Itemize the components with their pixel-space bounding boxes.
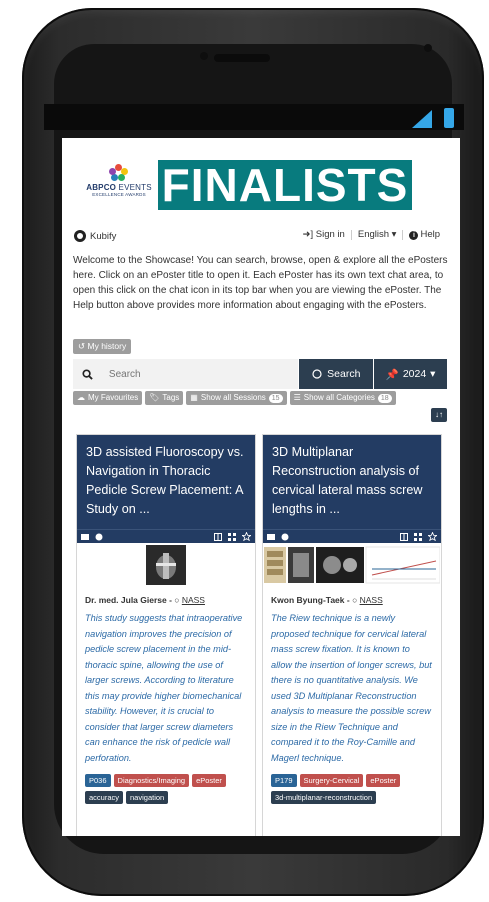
card-toolbar (77, 529, 255, 543)
eposter-author: Dr. med. Jula Gierse - ○ NASS (85, 595, 205, 605)
welcome-text: Welcome to the Showcase! You can search,… (73, 255, 448, 311)
globe-icon[interactable] (95, 528, 103, 546)
history-icon: ↺ (78, 341, 86, 351)
status-bar (44, 104, 464, 130)
qr-icon[interactable] (414, 528, 422, 546)
search-button[interactable]: Search (299, 359, 374, 389)
circle-icon (312, 369, 322, 379)
tag[interactable]: P036 (85, 774, 111, 787)
sort-button[interactable]: ↓↑ (431, 408, 447, 422)
sign-in-link[interactable]: ➜] Sign in (303, 229, 345, 240)
card-toolbar (263, 529, 441, 543)
eposter-abstract: The Riew technique is a newly proposed t… (271, 613, 432, 763)
tag-list: P179 Surgery-Cervical ePoster 3d-multipl… (263, 766, 441, 804)
battery-icon (444, 108, 454, 128)
calendar-icon: ▦ (190, 393, 198, 402)
tags-button[interactable]: 🏷 Tags (145, 391, 184, 405)
abpco-name: ABPCO EVENTS (86, 183, 152, 192)
book-icon[interactable] (214, 528, 222, 546)
top-bar-actions: ➜] Sign in English ▾ i Help (303, 229, 440, 240)
org-link[interactable]: NASS (360, 595, 383, 605)
chat-icon[interactable] (267, 528, 275, 546)
show-all-sessions-button[interactable]: ▦ Show all Sessions 15 (186, 391, 287, 405)
banner-title: FINALISTS (158, 160, 412, 210)
show-all-categories-button[interactable]: ☰ Show all Categories 18 (289, 391, 396, 405)
book-icon[interactable] (400, 528, 408, 546)
kubify-label: Kubify (90, 230, 117, 242)
chat-icon[interactable] (81, 528, 89, 546)
abpco-flower-icon (108, 164, 130, 182)
year-dropdown[interactable]: 📌 2024 ▾ (374, 359, 447, 389)
abpco-logo: ABPCO EVENTS EXCELLENCE AWARDS (82, 164, 156, 204)
categories-count-badge: 18 (377, 393, 392, 403)
eposter-title[interactable]: 3D Multiplanar Reconstruction analysis o… (263, 435, 441, 529)
cloud-icon: ☁ (77, 393, 85, 402)
top-bar: Kubify ➜] Sign in English ▾ i Help (74, 228, 448, 244)
phone-earpiece (214, 54, 270, 62)
org-link[interactable]: NASS (182, 595, 205, 605)
eposter-abstract: This study suggests that intraoperative … (85, 613, 243, 763)
divider (402, 229, 404, 240)
tag[interactable]: 3d-multiplanar-reconstruction (271, 791, 377, 804)
eposter-thumbnail[interactable] (77, 545, 255, 585)
my-history-button[interactable]: ↺ My history (73, 339, 132, 354)
kubify-brand[interactable]: Kubify (74, 230, 116, 242)
eposter-title[interactable]: 3D assisted Fluoroscopy vs. Navigation i… (77, 435, 255, 529)
my-favourites-button[interactable]: ☁ My Favourites (73, 391, 143, 405)
tag[interactable]: navigation (126, 791, 169, 804)
filter-row: ☁ My Favourites 🏷 Tags ▦ Show all Sessions … (73, 391, 451, 405)
tag[interactable]: P179 (271, 774, 297, 787)
org-circle-icon: ○ (174, 595, 180, 605)
divider (350, 229, 352, 240)
language-dropdown[interactable]: English ▾ (358, 229, 397, 240)
abpco-subtitle: EXCELLENCE AWARDS (92, 192, 146, 197)
tag[interactable]: accuracy (85, 791, 124, 804)
search-input[interactable] (102, 359, 299, 389)
search-row: Search 📌 2024 ▾ (73, 359, 447, 389)
phone-camera (424, 44, 432, 52)
qr-icon[interactable] (228, 528, 236, 546)
mpr-images (264, 546, 440, 584)
caret-down-icon: ▾ (391, 229, 397, 240)
finalists-banner: ABPCO EVENTS EXCELLENCE AWARDS FINALISTS (62, 138, 460, 228)
xray-image (146, 545, 186, 585)
search-icon (73, 359, 103, 389)
eposter-card: 3D Multiplanar Reconstruction analysis o… (262, 434, 442, 836)
org-circle-icon: ○ (352, 595, 358, 605)
star-icon[interactable] (427, 528, 438, 546)
eposter-thumbnail[interactable] (263, 545, 441, 585)
eposter-card: 3D assisted Fluoroscopy vs. Navigation i… (76, 434, 256, 836)
sign-in-icon: ➜] (302, 229, 314, 240)
eposter-author: Kwon Byung-Taek - ○ NASS (271, 595, 383, 605)
sessions-count-badge: 15 (268, 393, 283, 403)
phone-sensor (200, 52, 208, 60)
tag[interactable]: ePoster (366, 774, 401, 787)
globe-icon[interactable] (281, 528, 289, 546)
tag[interactable]: Diagnostics/Imaging (113, 774, 190, 787)
kubify-logo-icon (74, 230, 86, 242)
pin-icon: 📌 (385, 368, 399, 381)
tags-icon: 🏷 (149, 393, 160, 402)
list-icon: ☰ (293, 393, 301, 402)
tag[interactable]: ePoster (192, 774, 226, 787)
tag[interactable]: Surgery-Cervical (299, 774, 364, 787)
help-button[interactable]: i Help (409, 229, 440, 240)
info-icon: i (409, 231, 419, 240)
caret-down-icon: ▾ (430, 368, 436, 380)
tag-list: P036 Diagnostics/Imaging ePoster accurac… (77, 766, 255, 804)
screen: ABPCO EVENTS EXCELLENCE AWARDS FINALISTS… (62, 138, 460, 836)
signal-icon (412, 110, 432, 128)
star-icon[interactable] (241, 528, 252, 546)
